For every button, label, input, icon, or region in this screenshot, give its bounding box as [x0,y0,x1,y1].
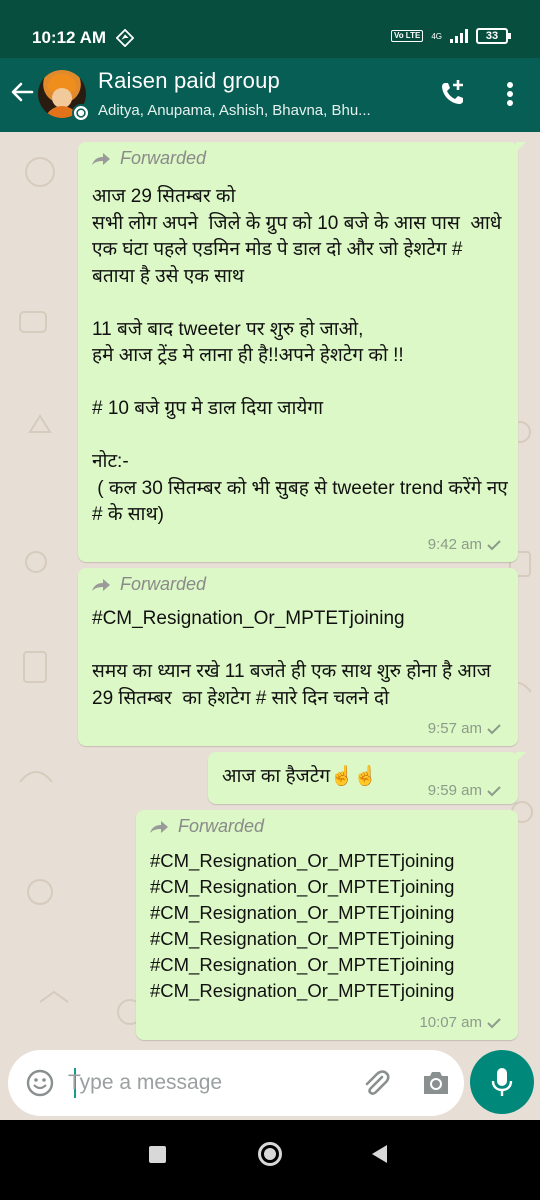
message-time: 9:42 am [427,536,482,553]
forwarded-label: Forwarded [178,816,265,836]
read-tick-icon [487,723,501,734]
message-time: 9:59 am [427,782,482,799]
forwarded-indicator: Forwarded [148,816,264,837]
message-time: 9:57 am [427,720,482,737]
network-type: 4G [431,31,442,41]
chat-area[interactable]: Forwarded आज 29 सितम्बर को सभी लोग अपने … [0,132,540,1050]
message-meta: 10:07 am [419,1014,502,1031]
home-button[interactable] [258,1142,282,1166]
attach-icon[interactable] [360,1067,392,1099]
message-text: #CM_Resignation_Or_MPTETjoining समय का ध… [92,608,491,709]
read-tick-icon [487,539,501,550]
back-button[interactable] [372,1145,387,1163]
forwarded-label: Forwarded [120,148,207,168]
status-bar: 10:12 AM Vo LTE 4G 33 [0,0,540,58]
status-time: 10:12 AM [32,28,107,47]
group-title[interactable]: Raisen paid group [98,68,280,94]
message-bubble[interactable]: Forwarded #CM_Resignation_Or_MPTETjoinin… [136,810,518,1040]
status-indicators: Vo LTE 4G 33 [390,28,511,44]
camera-icon[interactable] [420,1068,452,1098]
message-meta: 9:42 am [428,536,502,553]
message-bubble[interactable]: Forwarded #CM_Resignation_Or_MPTETjoinin… [78,568,518,746]
message-bubble[interactable]: आज का हैजटेग☝️☝️ 9:59 am [208,752,526,804]
forwarded-icon [92,152,110,165]
recents-button[interactable] [149,1146,166,1163]
forwarded-icon [150,820,168,833]
read-tick-icon [487,1017,501,1028]
volte-badge: Vo LTE [390,30,424,42]
mic-icon [491,1068,513,1096]
message-meta: 9:57 am [428,720,502,737]
message-text: #CM_Resignation_Or_MPTETjoining #CM_Resi… [150,850,455,1001]
message-bubble[interactable]: Forwarded आज 29 सितम्बर को सभी लोग अपने … [78,142,526,562]
add-call-icon[interactable] [438,78,468,108]
message-time: 10:07 am [419,1014,482,1031]
community-badge-icon [72,104,90,122]
forwarded-icon [92,578,110,591]
emoji-icon[interactable] [26,1069,54,1097]
more-options-icon[interactable] [498,80,522,108]
signal-icon [450,29,468,43]
forwarded-indicator: Forwarded [90,574,206,595]
back-arrow-icon[interactable] [8,78,36,106]
message-text: आज 29 सितम्बर को सभी लोग अपने जिले के ग्… [92,186,508,525]
forwarded-indicator: Forwarded [90,148,206,169]
message-text: आज का हैजटेग☝️☝️ [222,766,378,787]
mic-button[interactable] [470,1050,534,1114]
forwarded-label: Forwarded [120,574,207,594]
system-nav-bar [0,1120,540,1200]
group-members[interactable]: Aditya, Anupama, Ashish, Bhavna, Bhu... [98,102,418,119]
location-arrow-icon [116,29,134,47]
battery-indicator: 33 [476,28,511,44]
message-meta: 9:59 am [428,782,502,799]
message-input[interactable] [68,1066,328,1100]
message-composer[interactable] [8,1050,464,1116]
chat-header[interactable]: Raisen paid group Aditya, Anupama, Ashis… [0,58,540,132]
read-tick-icon [487,785,501,796]
